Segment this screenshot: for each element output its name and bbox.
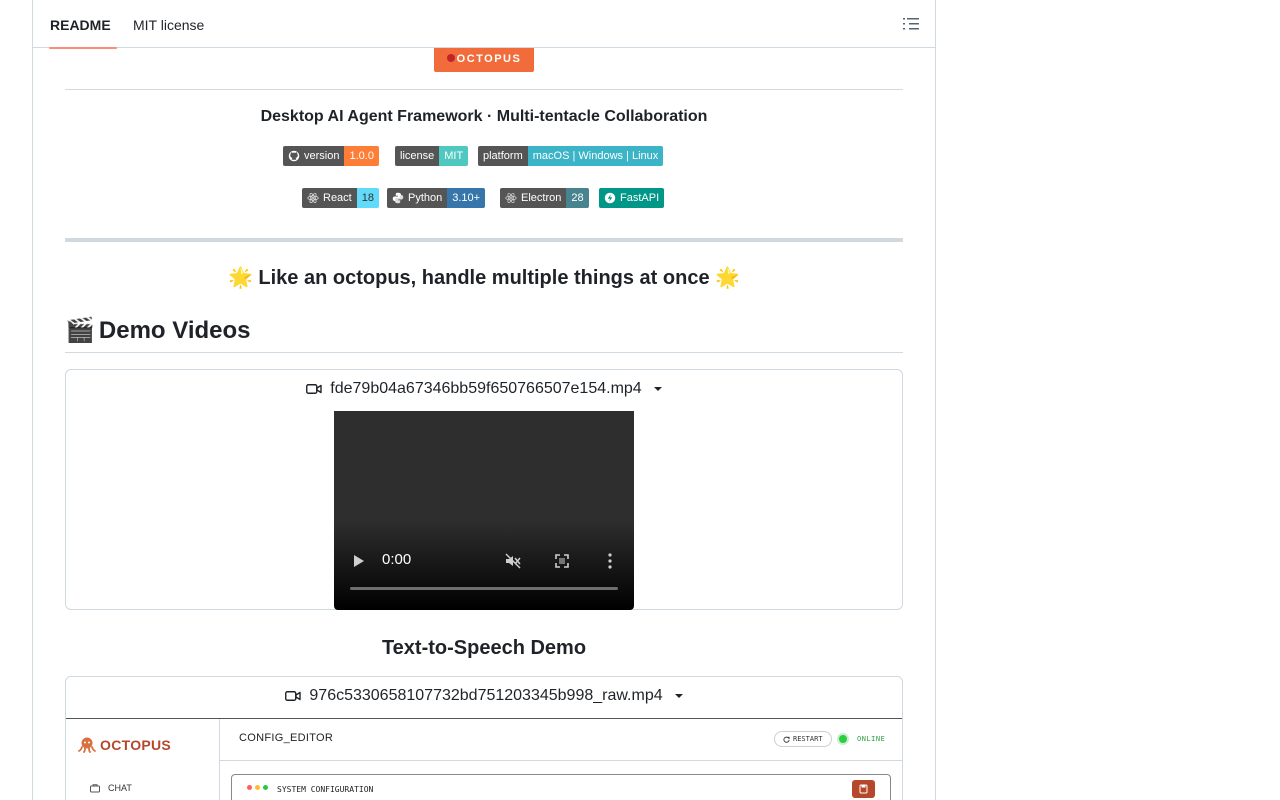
- video-camera-icon: [285, 691, 302, 701]
- badge-version-label: version: [304, 150, 340, 162]
- app-preview-restart-button[interactable]: RESTART: [774, 731, 832, 747]
- app-preview-status: ONLINE: [857, 735, 886, 743]
- app-preview-nav-chat[interactable]: CHAT: [90, 783, 132, 793]
- app-preview-header-title: CONFIG_EDITOR: [239, 732, 334, 744]
- section-divider: [65, 238, 903, 242]
- chevron-down-icon: [674, 694, 683, 698]
- play-icon[interactable]: [354, 555, 364, 567]
- badge-python[interactable]: Python 3.10+: [387, 188, 486, 208]
- badge-react[interactable]: React 18: [302, 188, 379, 208]
- project-subtitle: Desktop AI Agent Framework · Multi-tenta…: [260, 108, 708, 125]
- badge-platform-label: platform: [478, 146, 528, 166]
- video-progress-bar[interactable]: [350, 587, 618, 590]
- status-indicator-icon: [839, 735, 847, 743]
- app-preview-sidebar: OCTOPUS CHAT: [66, 719, 220, 800]
- badge-electron-value: 28: [566, 188, 589, 208]
- video-2-filename: 976c5330658107732bd751203345b998_raw.mp4: [309, 687, 663, 704]
- mute-icon[interactable]: [505, 553, 521, 569]
- tts-demo-heading: Text-to-Speech Demo: [381, 637, 587, 659]
- demo-videos-heading: 🎬 Demo Videos: [65, 316, 251, 345]
- close-dot-icon: [247, 785, 252, 790]
- video-2-preview-frame[interactable]: OCTOPUS CHAT CONFIG_EDITOR RESTART ONLIN…: [66, 718, 902, 800]
- badge-version[interactable]: version 1.0.0: [283, 146, 379, 166]
- video-camera-icon: [306, 384, 322, 394]
- fullscreen-icon[interactable]: [555, 554, 569, 568]
- badge-electron-label: Electron: [521, 192, 562, 204]
- badge-python-label: Python: [408, 192, 443, 204]
- badge-fastapi-label: FastAPI: [620, 192, 660, 204]
- app-preview-logo: OCTOPUS: [78, 736, 171, 754]
- refresh-icon: [783, 736, 790, 743]
- video-player-1[interactable]: 0:00: [334, 411, 634, 610]
- readme-panel: README MIT license OCTOPUS Desktop AI Ag…: [32, 0, 936, 800]
- tab-mit-license[interactable]: MIT license: [133, 0, 204, 48]
- badge-platform-value: macOS | Windows | Linux: [527, 146, 664, 166]
- app-preview-save-button[interactable]: [852, 780, 875, 798]
- badge-fastapi[interactable]: FastAPI: [599, 188, 665, 208]
- chevron-down-icon: [653, 387, 662, 391]
- video-attachment-1: fde79b04a67346bb59f650766507e154.mp4 0:0…: [65, 369, 903, 610]
- video-attachment-2: 976c5330658107732bd751203345b998_raw.mp4…: [65, 676, 903, 800]
- maximize-dot-icon: [263, 785, 268, 790]
- app-preview-logo-text: OCTOPUS: [100, 737, 172, 753]
- demo-videos-heading-text: Demo Videos: [98, 316, 251, 344]
- badge-license-label: license: [395, 146, 440, 166]
- octopus-icon: [446, 54, 455, 62]
- app-preview-nav-chat-label: CHAT: [108, 783, 132, 793]
- minimize-dot-icon: [255, 785, 260, 790]
- video-1-file-summary[interactable]: fde79b04a67346bb59f650766507e154.mp4: [66, 380, 902, 398]
- app-preview-system-card: SYSTEM CONFIGURATION: [231, 774, 891, 800]
- app-preview-restart-label: RESTART: [793, 735, 823, 743]
- window-controls: [247, 785, 268, 790]
- app-preview-header: CONFIG_EDITOR RESTART ONLINE: [220, 719, 902, 761]
- app-preview-card-title: SYSTEM CONFIGURATION: [277, 785, 374, 794]
- badge-electron[interactable]: Electron 28: [500, 188, 589, 208]
- badge-react-value: 18: [356, 188, 379, 208]
- badge-python-value: 3.10+: [447, 188, 486, 208]
- badge-license[interactable]: license MIT: [395, 146, 469, 166]
- badge-platform[interactable]: platform macOS | Windows | Linux: [478, 146, 664, 166]
- github-icon: [288, 150, 300, 162]
- badge-version-value: 1.0.0: [344, 146, 379, 166]
- video-2-file-summary[interactable]: 976c5330658107732bd751203345b998_raw.mp4: [66, 687, 902, 705]
- table-of-contents-icon[interactable]: [903, 16, 919, 32]
- video-time: 0:00: [382, 551, 412, 568]
- octopus-icon: [78, 737, 96, 753]
- more-options-icon[interactable]: [608, 553, 612, 569]
- heading-underline: [65, 352, 903, 353]
- player-controls: 0:00: [334, 540, 634, 610]
- save-icon: [859, 784, 868, 794]
- fastapi-icon: [604, 192, 616, 204]
- badge-license-value: MIT: [439, 146, 469, 166]
- divider: [65, 89, 903, 90]
- electron-icon: [505, 192, 517, 204]
- app-preview-main: CONFIG_EDITOR RESTART ONLINE SYSTEM CONF…: [220, 719, 902, 800]
- tab-readme[interactable]: README: [49, 0, 117, 49]
- banner-text: OCTOPUS: [456, 53, 522, 65]
- readme-tabbar: README MIT license: [33, 0, 935, 49]
- octopus-banner-logo: OCTOPUS: [434, 48, 534, 72]
- python-icon: [392, 192, 404, 204]
- clapper-icon: 🎬: [65, 317, 95, 344]
- tagline: 🌟 Like an octopus, handle multiple thing…: [227, 267, 741, 289]
- chat-icon: [90, 783, 100, 792]
- react-icon: [307, 192, 319, 204]
- badge-react-label: React: [323, 192, 352, 204]
- video-1-filename: fde79b04a67346bb59f650766507e154.mp4: [330, 380, 642, 397]
